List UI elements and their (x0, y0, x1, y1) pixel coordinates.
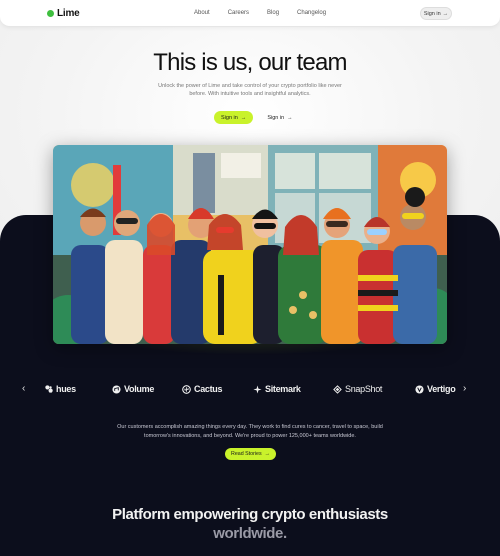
top-navbar: Lime About Careers Blog Changelog Sign i… (0, 0, 500, 27)
team-illustration-art (53, 145, 447, 344)
partner-name-cactus: Cactus (194, 384, 223, 394)
customers-description-line-1: Our customers accomplish amazing things … (117, 424, 383, 430)
partner-logo-hues[interactable]: hues (45, 384, 76, 394)
brand-logo[interactable]: Lime (47, 8, 80, 19)
partner-name-volume: Volume (124, 384, 155, 394)
platform-heading-line-2: worldwide. (213, 525, 287, 542)
customers-description-line-2: tomorrow's innovations, and beyond. We'r… (144, 432, 356, 439)
hero-subtitle-line-1: Unlock the power of Lime and take contro… (158, 83, 342, 89)
hero-signin-primary-label: Sign in (221, 114, 238, 121)
hero-signin-secondary-label: Sign in (267, 114, 285, 121)
hero-signin-secondary-button[interactable]: Sign in → (267, 115, 292, 121)
arrow-right-icon: → (442, 10, 449, 17)
hero-signin-primary-button[interactable]: Sign in → (214, 111, 254, 124)
arrow-right-icon: → (240, 114, 247, 121)
platform-heading: Platform empowering crypto enthusiasts w… (0, 505, 500, 543)
carousel-prev-arrow[interactable]: ‹ (22, 383, 25, 394)
partner-logo-volume[interactable]: Volume (112, 384, 154, 394)
nav-links: About Careers Blog Changelog (194, 10, 326, 16)
customers-description: Our customers accomplish amazing things … (100, 423, 400, 440)
hues-icon (45, 385, 53, 393)
partner-logo-cactus[interactable]: Cactus (182, 384, 223, 394)
snapshot-icon (333, 384, 342, 394)
nav-signin-label: Sign in (423, 10, 441, 17)
platform-heading-line-1: Platform empowering crypto enthusiasts (112, 506, 388, 523)
partner-logo-vertigo[interactable]: Vertigo (415, 384, 456, 394)
partner-name-hues: hues (56, 384, 76, 394)
vertigo-icon (415, 384, 424, 394)
arrow-right-icon: → (264, 451, 270, 457)
carousel-next-arrow[interactable]: › (463, 383, 466, 394)
hero-subtitle: Unlock the power of Lime and take contro… (150, 82, 350, 98)
page-title: This is us, our team (153, 49, 347, 76)
partner-name-sitemark: Sitemark (265, 384, 301, 394)
hero-subtitle-line-2: before. With intuitive tools and insight… (189, 91, 311, 97)
nav-link-about[interactable]: About (194, 10, 210, 16)
partner-logo-sitemark[interactable]: Sitemark (253, 384, 301, 394)
nav-signin-button[interactable]: Sign in → (420, 7, 452, 20)
team-illustration (53, 145, 447, 344)
partner-logos: ‹ hues Volume Cactus Sitemark SnapShot V… (0, 380, 500, 400)
read-stories-label: Read Stories (231, 451, 262, 457)
nav-link-careers[interactable]: Careers (228, 10, 249, 16)
partner-logo-snapshot[interactable]: SnapShot (333, 384, 382, 394)
cactus-icon (182, 384, 191, 394)
lime-logo-icon (47, 10, 54, 17)
volume-icon (112, 384, 121, 394)
hero-actions: Sign in → Sign in → (214, 111, 293, 124)
nav-link-blog[interactable]: Blog (267, 10, 279, 16)
brand-name: Lime (57, 8, 80, 19)
sitemark-icon (253, 384, 262, 394)
partner-name-vertigo: Vertigo (427, 384, 456, 394)
nav-link-changelog[interactable]: Changelog (297, 10, 326, 16)
partner-name-snapshot: SnapShot (345, 384, 383, 394)
arrow-right-icon: → (287, 114, 293, 121)
read-stories-button[interactable]: Read Stories → (225, 448, 276, 460)
